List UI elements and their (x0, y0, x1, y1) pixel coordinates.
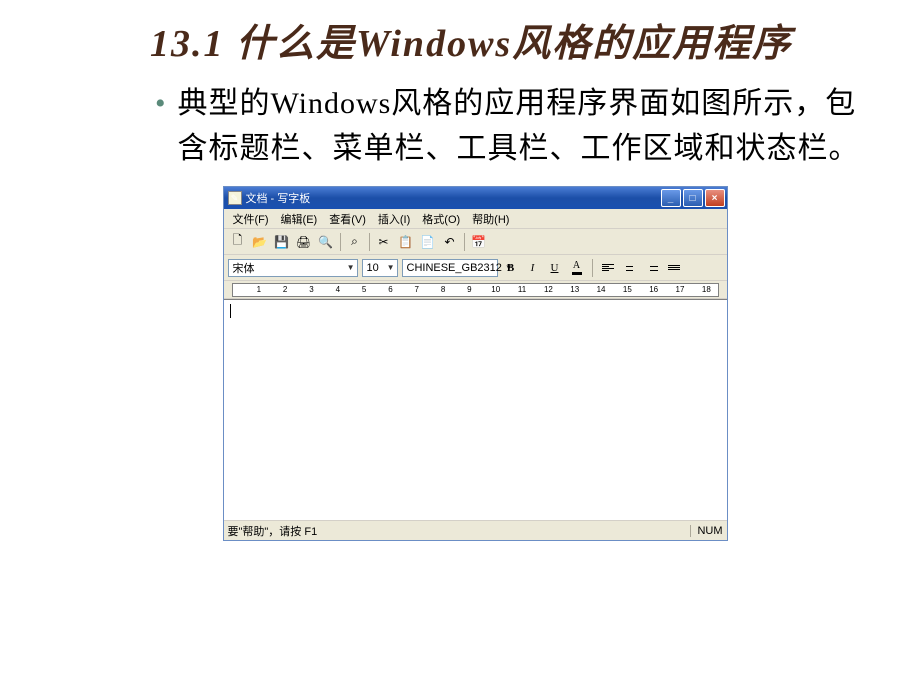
text-cursor (230, 304, 231, 318)
paste-button[interactable]: 📄 (418, 232, 438, 252)
status-num-indicator: NUM (690, 525, 722, 537)
ruler-mark: 12 (544, 285, 553, 294)
font-value: 宋体 (233, 260, 255, 276)
charset-value: CHINESE_GB2312 (407, 262, 502, 274)
ruler[interactable]: 123456789101112131415161718 (224, 281, 727, 299)
ruler-mark: 10 (491, 285, 500, 294)
menu-view[interactable]: 查看(V) (324, 209, 371, 229)
ruler-mark: 7 (415, 285, 419, 294)
ruler-mark: 15 (623, 285, 632, 294)
align-left-button[interactable] (599, 259, 617, 277)
document-area[interactable] (224, 299, 727, 520)
close-button[interactable]: × (705, 189, 725, 207)
menu-edit[interactable]: 编辑(E) (276, 209, 323, 229)
titlebar[interactable]: ✎ 文档 - 写字板 _ □ × (224, 187, 727, 209)
ruler-mark: 16 (649, 285, 658, 294)
find-button[interactable]: ⌕ (345, 232, 365, 252)
menu-help[interactable]: 帮助(H) (467, 209, 514, 229)
status-help-text: 要"帮助"，请按 F1 (228, 523, 691, 539)
ruler-mark: 5 (362, 285, 366, 294)
dropdown-arrow-icon: ▼ (344, 263, 355, 272)
dropdown-arrow-icon: ▼ (384, 263, 395, 272)
window-title: 文档 - 写字板 (246, 190, 661, 206)
copy-button[interactable]: 📋 (396, 232, 416, 252)
italic-button[interactable]: I (524, 259, 542, 277)
wordpad-window: ✎ 文档 - 写字板 _ □ × 文件(F) 编辑(E) 查看(V) 插入(I)… (223, 186, 728, 541)
standard-toolbar: 🗋 📂 💾 🖨 🔍 ⌕ ✂ 📋 📄 ↶ 📅 (224, 229, 727, 255)
color-button[interactable]: A (568, 259, 586, 277)
ruler-mark: 13 (570, 285, 579, 294)
statusbar: 要"帮助"，请按 F1 NUM (224, 520, 727, 540)
undo-button[interactable]: ↶ (440, 232, 460, 252)
cut-button[interactable]: ✂ (374, 232, 394, 252)
print-button[interactable]: 🖨 (294, 232, 314, 252)
bold-button[interactable]: B (502, 259, 520, 277)
separator (369, 233, 370, 251)
ruler-mark: 4 (336, 285, 340, 294)
fontsize-dropdown[interactable]: 10 ▼ (362, 259, 398, 277)
ruler-mark: 11 (518, 285, 526, 294)
maximize-button[interactable]: □ (683, 189, 703, 207)
menubar: 文件(F) 编辑(E) 查看(V) 插入(I) 格式(O) 帮助(H) (224, 209, 727, 229)
align-center-button[interactable] (621, 259, 639, 277)
ruler-mark: 18 (702, 285, 711, 294)
align-right-button[interactable] (643, 259, 661, 277)
charset-dropdown[interactable]: CHINESE_GB2312 ▼ (402, 259, 498, 277)
new-button[interactable]: 🗋 (228, 232, 248, 252)
format-toolbar: 宋体 ▼ 10 ▼ CHINESE_GB2312 ▼ B I U A (224, 255, 727, 281)
ruler-mark: 9 (467, 285, 471, 294)
window-controls: _ □ × (661, 189, 725, 207)
separator (592, 259, 593, 277)
slide-body-text: 典型的Windows风格的应用程序界面如图所示，包含标题栏、菜单栏、工具栏、工作… (178, 81, 860, 171)
bullet-icon: • (155, 87, 166, 121)
menu-format[interactable]: 格式(O) (417, 209, 465, 229)
bullets-button[interactable] (665, 259, 683, 277)
font-dropdown[interactable]: 宋体 ▼ (228, 259, 358, 277)
ruler-mark: 6 (388, 285, 392, 294)
menu-insert[interactable]: 插入(I) (373, 209, 415, 229)
app-icon: ✎ (228, 191, 242, 205)
preview-button[interactable]: 🔍 (316, 232, 336, 252)
ruler-mark: 8 (441, 285, 445, 294)
fontsize-value: 10 (367, 262, 379, 274)
minimize-button[interactable]: _ (661, 189, 681, 207)
save-button[interactable]: 💾 (272, 232, 292, 252)
ruler-mark: 17 (676, 285, 685, 294)
menu-file[interactable]: 文件(F) (228, 209, 274, 229)
underline-button[interactable]: U (546, 259, 564, 277)
ruler-mark: 2 (283, 285, 287, 294)
datetime-button[interactable]: 📅 (469, 232, 489, 252)
slide-title: 13.1 什么是Windows风格的应用程序 (0, 20, 920, 69)
separator (340, 233, 341, 251)
ruler-mark: 14 (597, 285, 606, 294)
ruler-mark: 1 (257, 285, 261, 294)
bullet-row: • 典型的Windows风格的应用程序界面如图所示，包含标题栏、菜单栏、工具栏、… (0, 81, 920, 171)
ruler-strip: 123456789101112131415161718 (232, 283, 719, 297)
separator (464, 233, 465, 251)
ruler-mark: 3 (309, 285, 313, 294)
open-button[interactable]: 📂 (250, 232, 270, 252)
